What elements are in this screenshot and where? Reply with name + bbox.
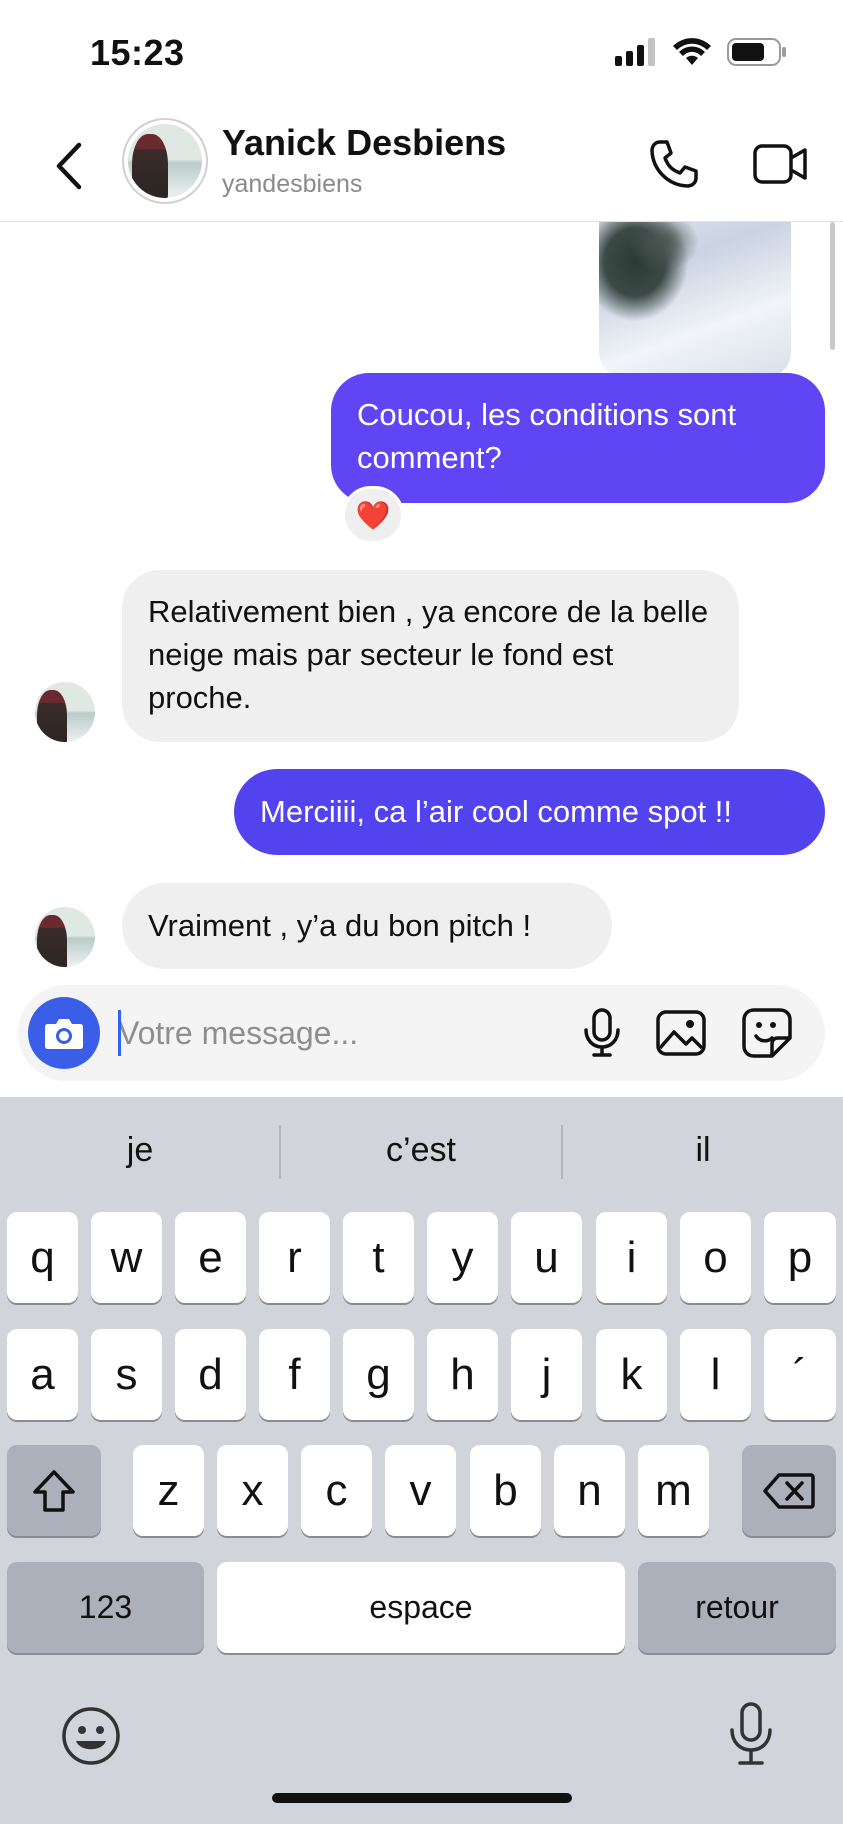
- suggestion-1[interactable]: je: [0, 1131, 280, 1170]
- outgoing-message[interactable]: Coucou, les conditions sont comment?: [331, 373, 825, 503]
- back-chevron-icon: [56, 142, 82, 190]
- sticker-button[interactable]: [736, 1003, 798, 1063]
- photo-message[interactable]: [599, 222, 791, 378]
- contact-username: yandesbiens: [222, 170, 363, 198]
- status-bar: 15:23: [0, 0, 843, 108]
- shift-icon: [33, 1469, 75, 1512]
- back-button[interactable]: [44, 136, 94, 196]
- camera-button[interactable]: [28, 997, 100, 1069]
- key-l[interactable]: l: [680, 1329, 751, 1420]
- key-f[interactable]: f: [259, 1329, 330, 1420]
- dictation-mic-icon: [730, 1702, 772, 1765]
- suggestion-3[interactable]: il: [563, 1131, 843, 1170]
- sender-avatar[interactable]: [35, 682, 95, 742]
- return-key[interactable]: retour: [638, 1562, 836, 1653]
- dictation-button[interactable]: [728, 1702, 774, 1768]
- gallery-button[interactable]: [650, 1003, 712, 1063]
- key-v[interactable]: v: [385, 1445, 456, 1536]
- incoming-message[interactable]: Vraiment , y’a du bon pitch !: [122, 883, 612, 969]
- key-r[interactable]: r: [259, 1212, 330, 1303]
- key-y[interactable]: y: [427, 1212, 498, 1303]
- status-icons: [615, 38, 787, 71]
- emoji-icon: [62, 1707, 120, 1765]
- voice-message-button[interactable]: [572, 1003, 632, 1063]
- incoming-message[interactable]: Relativement bien , ya encore de la bell…: [122, 570, 739, 742]
- backspace-icon: [763, 1472, 815, 1509]
- battery-icon: [727, 38, 787, 71]
- sticker-icon: [742, 1008, 792, 1058]
- phone-icon: [650, 140, 698, 188]
- key-h[interactable]: h: [427, 1329, 498, 1420]
- key-u[interactable]: u: [511, 1212, 582, 1303]
- home-indicator[interactable]: [272, 1793, 572, 1803]
- key-t[interactable]: t: [343, 1212, 414, 1303]
- sender-avatar[interactable]: [35, 907, 95, 967]
- keyboard: je c’est il q w e r t y u i o p a s d f …: [0, 1097, 843, 1824]
- scroll-indicator: [830, 222, 835, 350]
- message-list[interactable]: Coucou, les conditions sont comment? ❤️ …: [0, 222, 843, 982]
- chat-header: Yanick Desbiens yandesbiens: [0, 108, 843, 222]
- video-camera-icon: [753, 144, 807, 184]
- message-composer: [18, 985, 825, 1081]
- contact-avatar[interactable]: [122, 118, 208, 204]
- video-call-button[interactable]: [748, 134, 814, 194]
- key-x[interactable]: x: [217, 1445, 288, 1536]
- status-time: 15:23: [90, 32, 185, 73]
- contact-name[interactable]: Yanick Desbiens: [222, 122, 506, 164]
- text-cursor: [118, 1010, 121, 1056]
- key-d[interactable]: d: [175, 1329, 246, 1420]
- key-o[interactable]: o: [680, 1212, 751, 1303]
- key-a[interactable]: a: [7, 1329, 78, 1420]
- key-k[interactable]: k: [596, 1329, 667, 1420]
- camera-icon: [45, 1019, 83, 1049]
- key-c[interactable]: c: [301, 1445, 372, 1536]
- key-b[interactable]: b: [470, 1445, 541, 1536]
- numbers-key[interactable]: 123: [7, 1562, 204, 1653]
- key-g[interactable]: g: [343, 1329, 414, 1420]
- key-e[interactable]: e: [175, 1212, 246, 1303]
- key-s[interactable]: s: [91, 1329, 162, 1420]
- space-key[interactable]: espace: [217, 1562, 625, 1653]
- microphone-icon: [584, 1008, 620, 1057]
- signal-icon: [615, 38, 657, 71]
- voice-call-button[interactable]: [644, 134, 704, 194]
- key-n[interactable]: n: [554, 1445, 625, 1536]
- emoji-button[interactable]: [60, 1705, 122, 1767]
- key-i[interactable]: i: [596, 1212, 667, 1303]
- suggestion-bar: je c’est il: [0, 1097, 843, 1209]
- key-q[interactable]: q: [7, 1212, 78, 1303]
- key-acute[interactable]: ´: [764, 1329, 836, 1420]
- shift-key[interactable]: [7, 1445, 101, 1536]
- key-m[interactable]: m: [638, 1445, 709, 1536]
- outgoing-message[interactable]: Merciiii, ca l’air cool comme spot !!: [234, 769, 825, 855]
- wifi-icon: [673, 38, 711, 71]
- heart-reaction[interactable]: ❤️: [342, 486, 404, 544]
- suggestion-2[interactable]: c’est: [281, 1131, 561, 1170]
- key-p[interactable]: p: [764, 1212, 836, 1303]
- message-input[interactable]: [118, 1005, 478, 1061]
- key-z[interactable]: z: [133, 1445, 204, 1536]
- gallery-icon: [656, 1010, 706, 1056]
- key-w[interactable]: w: [91, 1212, 162, 1303]
- backspace-key[interactable]: [742, 1445, 836, 1536]
- key-j[interactable]: j: [511, 1329, 582, 1420]
